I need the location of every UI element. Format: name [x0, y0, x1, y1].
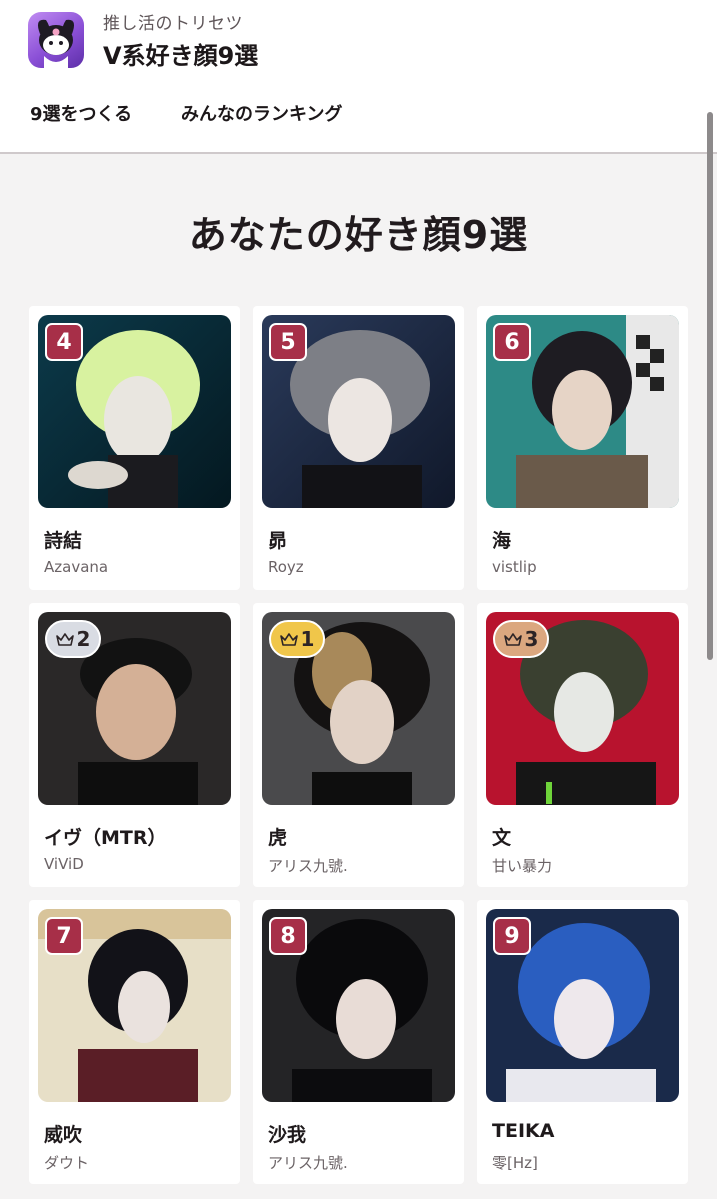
rank-crown-badge: 1 [269, 620, 325, 658]
artist-group: ダウト [44, 1154, 90, 1172]
crown-icon [55, 632, 74, 646]
artist-group: 甘い暴力 [492, 857, 553, 875]
artist-card[interactable]: 1 虎 アリス九號. [253, 603, 464, 887]
artist-photo: 6 [486, 315, 679, 508]
app-header: 推し活のトリセツ V系好き顔9選 9選をつくる みんなのランキング [0, 0, 717, 154]
artist-group: ViViD [44, 855, 84, 873]
artist-photo: 1 [262, 612, 455, 805]
artist-name: 沙我 [268, 1124, 307, 1146]
crown-icon [503, 632, 522, 646]
rank-crown-badge: 2 [45, 620, 101, 658]
artist-photo: 2 [38, 612, 231, 805]
rank-number: 1 [300, 627, 315, 651]
rank-number: 3 [524, 627, 539, 651]
rank-badge: 6 [493, 323, 531, 361]
rank-number: 2 [76, 627, 91, 651]
rank-badge: 9 [493, 917, 531, 955]
artist-name: TEIKA [492, 1120, 555, 1142]
rank-badge: 8 [269, 917, 307, 955]
app-title: V系好き顔9選 [103, 42, 259, 70]
nav-tabs: 9選をつくる みんなのランキング [0, 100, 717, 130]
artist-group: アリス九號. [268, 1154, 348, 1172]
artist-group: 零[Hz] [492, 1154, 538, 1172]
artist-card[interactable]: 3 文 甘い暴力 [477, 603, 688, 887]
artist-group: アリス九號. [268, 857, 348, 875]
artist-photo: 4 [38, 315, 231, 508]
artist-card[interactable]: 8 沙我 アリス九號. [253, 900, 464, 1184]
artist-card[interactable]: 6 海 vistlip [477, 306, 688, 590]
artist-name: 詩結 [44, 530, 83, 552]
artist-photo: 8 [262, 909, 455, 1102]
crown-icon [279, 632, 298, 646]
kuromi-app-icon[interactable] [28, 12, 84, 68]
app-subtitle: 推し活のトリセツ [103, 14, 243, 34]
nav-ranking[interactable]: みんなのランキング [181, 100, 342, 126]
artist-group: Royz [268, 558, 304, 576]
artist-group: Azavana [44, 558, 109, 576]
rank-badge: 7 [45, 917, 83, 955]
rank-badge: 5 [269, 323, 307, 361]
artist-photo: 5 [262, 315, 455, 508]
artist-name: 虎 [268, 827, 288, 849]
artist-group: vistlip [492, 558, 537, 576]
artist-card[interactable]: 7 威吹 ダウト [29, 900, 240, 1184]
artist-card[interactable]: 2 イヴ（MTR） ViViD [29, 603, 240, 887]
nav-create-9sen[interactable]: 9選をつくる [30, 100, 132, 126]
artist-card[interactable]: 5 昴 Royz [253, 306, 464, 590]
scrollbar[interactable] [707, 112, 713, 660]
rank-badge: 4 [45, 323, 83, 361]
artist-name: 文 [492, 827, 512, 849]
rank-crown-badge: 3 [493, 620, 549, 658]
artist-photo: 3 [486, 612, 679, 805]
artist-name: 昴 [268, 530, 288, 552]
artist-name: 海 [492, 530, 512, 552]
page-heading: あなたの好き顔9選 [188, 213, 529, 257]
artist-photo: 7 [38, 909, 231, 1102]
artist-name: イヴ（MTR） [44, 827, 167, 849]
artist-photo: 9 [486, 909, 679, 1102]
artist-name: 威吹 [44, 1124, 83, 1146]
artist-card[interactable]: 9 TEIKA 零[Hz] [477, 900, 688, 1184]
artist-card[interactable]: 4 詩結 Azavana [29, 306, 240, 590]
